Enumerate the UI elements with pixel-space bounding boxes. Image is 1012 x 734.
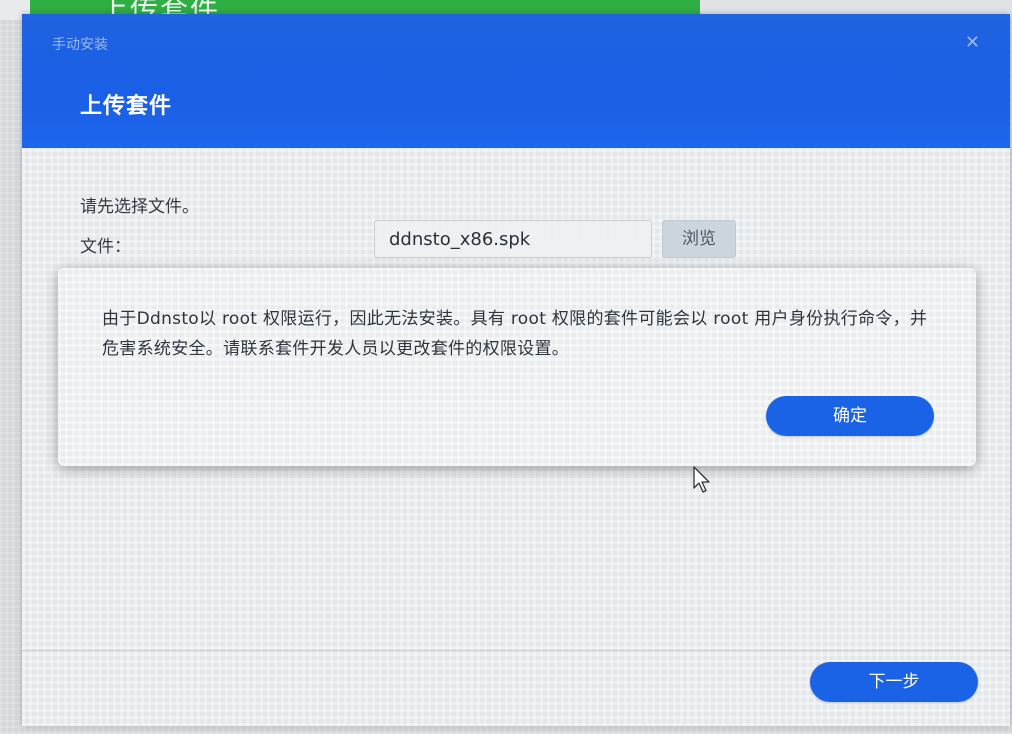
next-step-button[interactable]: 下一步 xyxy=(810,662,978,702)
alert-message: 由于Ddnsto以 root 权限运行，因此无法安装。具有 root 权限的套件… xyxy=(102,309,928,359)
screen: 上传套件 手动安装 ✕ 上传套件 请先选择文件。 文件： 浏览 下一步 由于Dd… xyxy=(0,0,1012,734)
file-path-input[interactable] xyxy=(374,220,652,258)
dialog-header: 手动安装 ✕ 上传套件 xyxy=(22,14,1010,148)
footer-divider xyxy=(22,650,1010,651)
confirm-button[interactable]: 确定 xyxy=(766,396,934,436)
permission-alert-dialog: 由于Ddnsto以 root 权限运行，因此无法安装。具有 root 权限的套件… xyxy=(58,268,976,466)
dialog-heading: 上传套件 xyxy=(80,94,173,119)
file-label: 文件： xyxy=(80,237,131,257)
mouse-pointer-icon xyxy=(693,466,710,493)
manual-install-dialog: 手动安装 ✕ 上传套件 请先选择文件。 文件： 浏览 下一步 由于Ddnsto以… xyxy=(22,14,1010,726)
browse-button[interactable]: 浏览 xyxy=(662,220,736,258)
close-icon[interactable]: ✕ xyxy=(965,32,980,53)
select-file-prompt: 请先选择文件。 xyxy=(80,197,199,217)
dialog-caption: 手动安装 xyxy=(52,37,108,53)
